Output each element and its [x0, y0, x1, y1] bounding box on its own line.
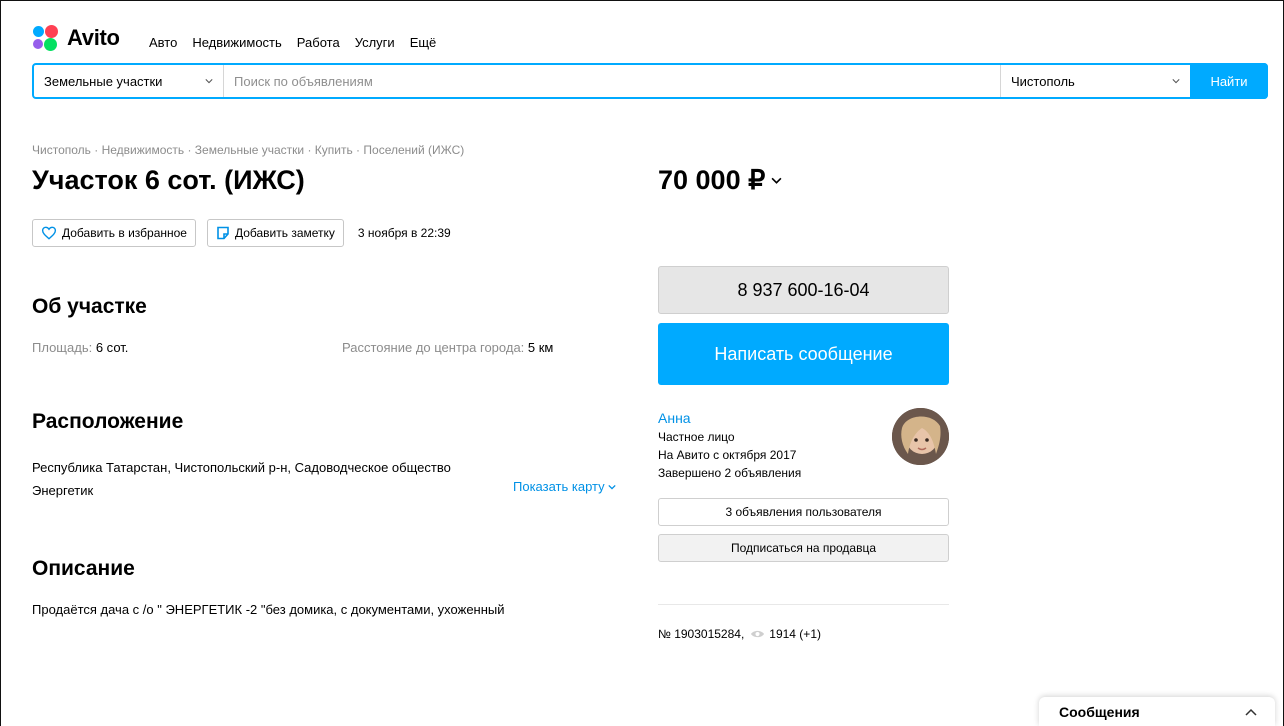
- city-select-value: Чистополь: [1011, 73, 1075, 89]
- chevron-down-icon: [205, 79, 213, 84]
- listing-id: № 1903015284,: [658, 627, 745, 641]
- area-label: Площадь:: [32, 340, 93, 355]
- top-nav: Авто Недвижимость Работа Услуги Ещё: [149, 35, 451, 50]
- window-border-left: [0, 0, 1, 726]
- area-value: 6 сот.: [95, 340, 129, 355]
- distance-param: Расстояние до центра города: 5 км: [342, 340, 553, 355]
- search-button[interactable]: Найти: [1190, 63, 1268, 99]
- add-note-label: Добавить заметку: [234, 226, 335, 240]
- seller-completed: Завершено 2 объявления: [658, 466, 802, 480]
- nav-item-more[interactable]: Ещё: [410, 35, 437, 50]
- location-heading: Расположение: [32, 410, 184, 433]
- write-message-button[interactable]: Написать сообщение: [658, 323, 949, 385]
- add-favorite-label: Добавить в избранное: [62, 226, 187, 240]
- search-bar: Земельные участки Чистополь Найти: [32, 63, 1268, 99]
- distance-value: 5 км: [527, 340, 554, 355]
- nav-item-jobs[interactable]: Работа: [297, 35, 340, 50]
- listing-date: 3 ноября в 22:39: [357, 226, 451, 240]
- seller-name[interactable]: Анна: [658, 410, 691, 426]
- about-heading: Об участке: [32, 295, 147, 318]
- user-listings-button[interactable]: 3 объявления пользователя: [658, 498, 949, 526]
- add-note-button[interactable]: Добавить заметку: [206, 219, 344, 247]
- nav-item-realty[interactable]: Недвижимость: [192, 35, 281, 50]
- breadcrumb[interactable]: Чистополь · Недвижимость · Земельные уча…: [32, 143, 464, 157]
- show-map-label: Показать карту: [513, 479, 605, 494]
- page-title: Участок 6 сот. (ИЖС): [32, 165, 305, 195]
- window-border-top: [0, 0, 1284, 1]
- add-favorite-button[interactable]: Добавить в избранное: [32, 219, 196, 247]
- logo-text: Avito: [67, 25, 120, 50]
- show-map-link[interactable]: Показать карту: [513, 479, 616, 494]
- eye-icon: [751, 630, 765, 638]
- messages-label: Сообщения: [1059, 703, 1140, 720]
- phone-button[interactable]: 8 937 600-16-04: [658, 266, 949, 314]
- avatar-photo: [892, 408, 949, 465]
- seller-since: На Авито с октября 2017: [658, 448, 797, 462]
- view-count: 1914 (+1): [769, 627, 821, 641]
- description-heading: Описание: [32, 557, 135, 580]
- divider: [658, 604, 949, 605]
- subscribe-seller-button[interactable]: Подписаться на продавца: [658, 534, 949, 562]
- chevron-down-icon: [607, 484, 616, 490]
- distance-label: Расстояние до центра города:: [342, 340, 525, 355]
- seller-type: Частное лицо: [658, 430, 735, 444]
- city-select[interactable]: Чистополь: [1000, 65, 1190, 97]
- listing-meta: № 1903015284, 1914 (+1): [658, 627, 821, 641]
- area-param: Площадь: 6 сот.: [32, 340, 128, 355]
- listing-actions: Добавить в избранное Добавить заметку 3 …: [32, 219, 451, 247]
- note-icon: [217, 226, 229, 240]
- logo-dots-icon: [33, 25, 61, 51]
- heart-icon: [41, 226, 57, 240]
- search-input[interactable]: [224, 65, 1000, 97]
- price-value: 70 000 ₽: [658, 165, 766, 195]
- address: Республика Татарстан, Чистопольский р-н,…: [32, 460, 451, 498]
- nav-item-auto[interactable]: Авто: [149, 35, 177, 50]
- chevron-down-icon: [771, 177, 782, 184]
- nav-item-services[interactable]: Услуги: [355, 35, 395, 50]
- avatar[interactable]: [892, 408, 949, 465]
- chevron-up-icon: [1245, 708, 1257, 716]
- category-select-value: Земельные участки: [44, 73, 163, 89]
- price[interactable]: 70 000 ₽: [658, 165, 782, 196]
- category-select[interactable]: Земельные участки: [34, 65, 224, 97]
- messages-widget[interactable]: Сообщения: [1039, 697, 1275, 726]
- avito-logo[interactable]: Avito: [33, 25, 120, 51]
- description-text: Продаётся дача с /о " ЭНЕРГЕТИК -2 "без …: [32, 602, 505, 617]
- chevron-down-icon: [1172, 79, 1180, 84]
